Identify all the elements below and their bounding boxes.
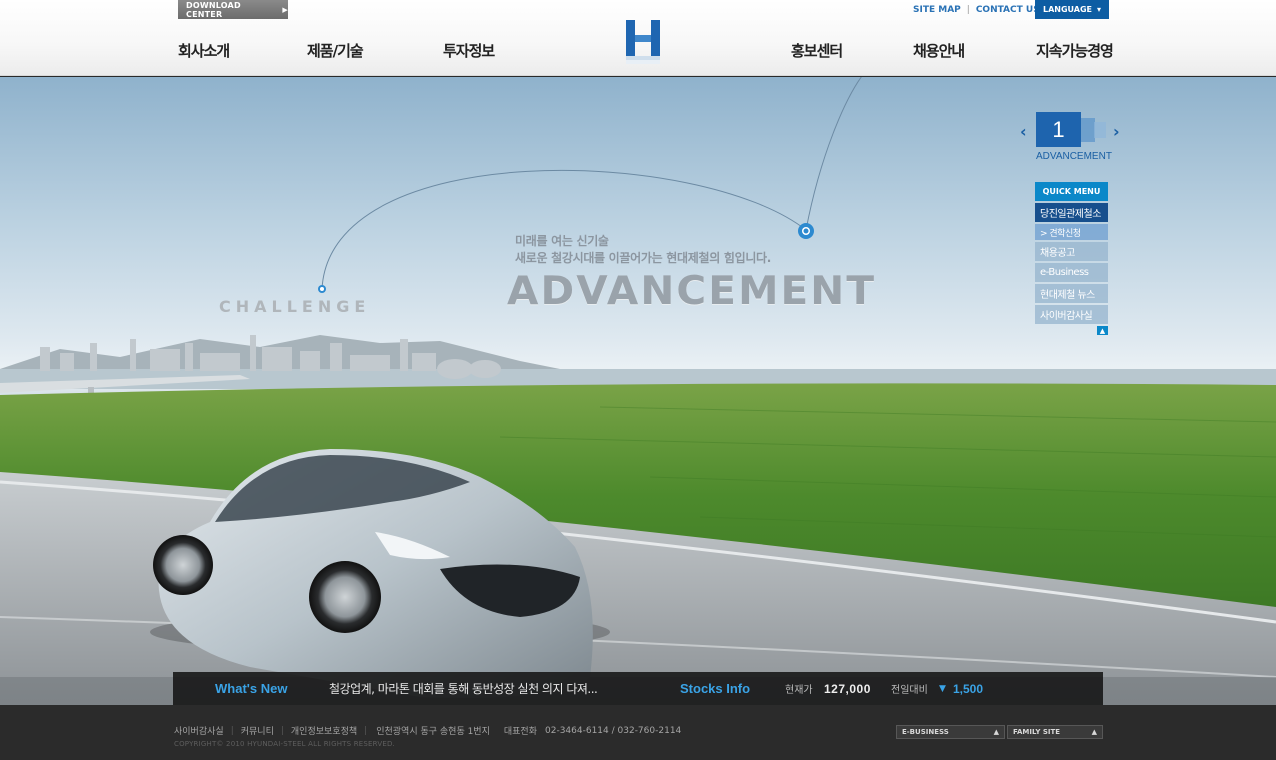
footer-tel-label: 대표전화: [503, 727, 537, 737]
nav-recruit[interactable]: 채용안내: [913, 40, 965, 61]
hero-visual: 미래를 여는 신기술 새로운 철강시대를 이끌어가는 현대제철의 힘입니다. A…: [0, 77, 1276, 705]
nav-sustainability[interactable]: 지속가능경영: [1036, 40, 1114, 61]
site-map-link[interactable]: SITE MAP: [913, 5, 961, 15]
ebusiness-select[interactable]: E-BUSINESS ▲: [896, 725, 1005, 739]
current-price-label: 현재가: [785, 685, 813, 696]
divider: |: [280, 725, 284, 736]
slide-caption: ADVANCEMENT: [1036, 151, 1112, 162]
hero-subtitle: 미래를 여는 신기술 새로운 철강시대를 이끌어가는 현대제철의 힘입니다.: [515, 233, 771, 267]
hyundai-steel-logo[interactable]: [625, 18, 661, 66]
nav-investor[interactable]: 투자정보: [443, 40, 495, 61]
nav-pr-center[interactable]: 홍보센터: [791, 40, 843, 61]
divider: |: [364, 725, 368, 736]
slide-navigation: ‹ 1 › ADVANCEMENT: [1020, 112, 1130, 167]
arrow-down-icon: ▼: [939, 683, 946, 694]
hero-title: ADVANCEMENT: [507, 269, 877, 314]
footer-links: 사이버감사실 | 커뮤니티 | 개인정보보호정책 | 인천광역시 동구 송현동 …: [174, 724, 682, 738]
hero-subtitle-line2: 새로운 철강시대를 이끌어가는 현대제철의 힘입니다.: [515, 251, 772, 265]
whats-new-label: What's New: [215, 681, 288, 696]
footer-address: 인천광역시 동구 송현동 1번지: [376, 727, 490, 737]
quick-menu-tour-request[interactable]: > 견학신청: [1035, 224, 1108, 240]
hero-scene-illustration: [0, 77, 1276, 705]
footer-link-cyber-audit[interactable]: 사이버감사실: [174, 724, 224, 737]
footer-link-privacy[interactable]: 개인정보보호정책: [291, 724, 357, 737]
download-center-button[interactable]: DOWNLOAD CENTER ▶: [178, 0, 288, 19]
quick-menu-recruit[interactable]: 채용공고: [1035, 242, 1108, 261]
whats-new-headline[interactable]: 철강업계, 마라톤 대회를 통해 동반성장 실천 의지 다져...: [329, 680, 598, 697]
slide-prev-icon[interactable]: ‹: [1020, 122, 1027, 141]
slide-number[interactable]: 1: [1036, 112, 1081, 147]
divider: |: [230, 725, 234, 736]
quick-menu-cyber-audit[interactable]: 사이버감사실: [1035, 305, 1108, 324]
footer: 사이버감사실 | 커뮤니티 | 개인정보보호정책 | 인천광역시 동구 송현동 …: [0, 705, 1276, 760]
slide-next-icon[interactable]: ›: [1113, 122, 1120, 141]
download-center-label: DOWNLOAD CENTER: [186, 0, 241, 19]
price-change: 1,500: [953, 681, 984, 696]
quick-menu-news[interactable]: 현대제철 뉴스: [1035, 284, 1108, 303]
current-price: 127,000: [824, 681, 871, 696]
utility-links: SITE MAP | CONTACT US: [913, 5, 1040, 15]
footer-link-community[interactable]: 커뮤니티: [241, 724, 274, 737]
copyright: COPYRIGHT© 2010 HYUNDAI-STEEL ALL RIGHTS…: [174, 740, 395, 748]
family-site-select[interactable]: FAMILY SITE ▲: [1007, 725, 1103, 739]
chevron-up-icon: ▲: [993, 728, 999, 736]
slide-indicator-next[interactable]: [1081, 118, 1095, 142]
stocks-info-label[interactable]: Stocks Info: [680, 681, 750, 696]
family-site-select-label: FAMILY SITE: [1013, 728, 1061, 736]
contact-us-link[interactable]: CONTACT US: [976, 5, 1040, 15]
chevron-up-icon: ▲: [1091, 728, 1097, 736]
news-ticker-bar: What's New 철강업계, 마라톤 대회를 통해 동반성장 실천 의지 다…: [173, 672, 1103, 705]
quick-menu: QUICK MENU 당진일관제철소 > 견학신청 채용공고 e-Busines…: [1035, 182, 1108, 335]
ebusiness-select-label: E-BUSINESS: [902, 728, 949, 736]
quick-menu-heading: QUICK MENU: [1035, 182, 1108, 201]
divider: |: [966, 5, 970, 15]
footer-tel: 02-3464-6114 / 032-760-2114: [545, 725, 682, 736]
language-label: LANGUAGE: [1042, 5, 1092, 14]
nav-company[interactable]: 회사소개: [178, 40, 230, 61]
quick-menu-dangjin[interactable]: 당진일관제철소: [1035, 203, 1108, 222]
arrow-right-icon: ▶: [282, 5, 288, 14]
quick-menu-ebusiness[interactable]: e-Business: [1035, 263, 1108, 282]
nav-products[interactable]: 제품/기술: [307, 40, 364, 61]
price-change-label: 전일대비: [891, 685, 928, 696]
slide-indicator-next2[interactable]: [1094, 122, 1106, 138]
hero-subtitle-line1: 미래를 여는 신기술: [515, 234, 609, 248]
hero-secondary-title: CHALLENGE: [219, 297, 371, 316]
chevron-down-icon: ▾: [1097, 5, 1102, 14]
global-header: DOWNLOAD CENTER ▶ SITE MAP | CONTACT US …: [0, 0, 1276, 76]
scroll-top-icon[interactable]: ▲: [1097, 326, 1108, 335]
language-selector[interactable]: LANGUAGE ▾: [1035, 0, 1109, 19]
